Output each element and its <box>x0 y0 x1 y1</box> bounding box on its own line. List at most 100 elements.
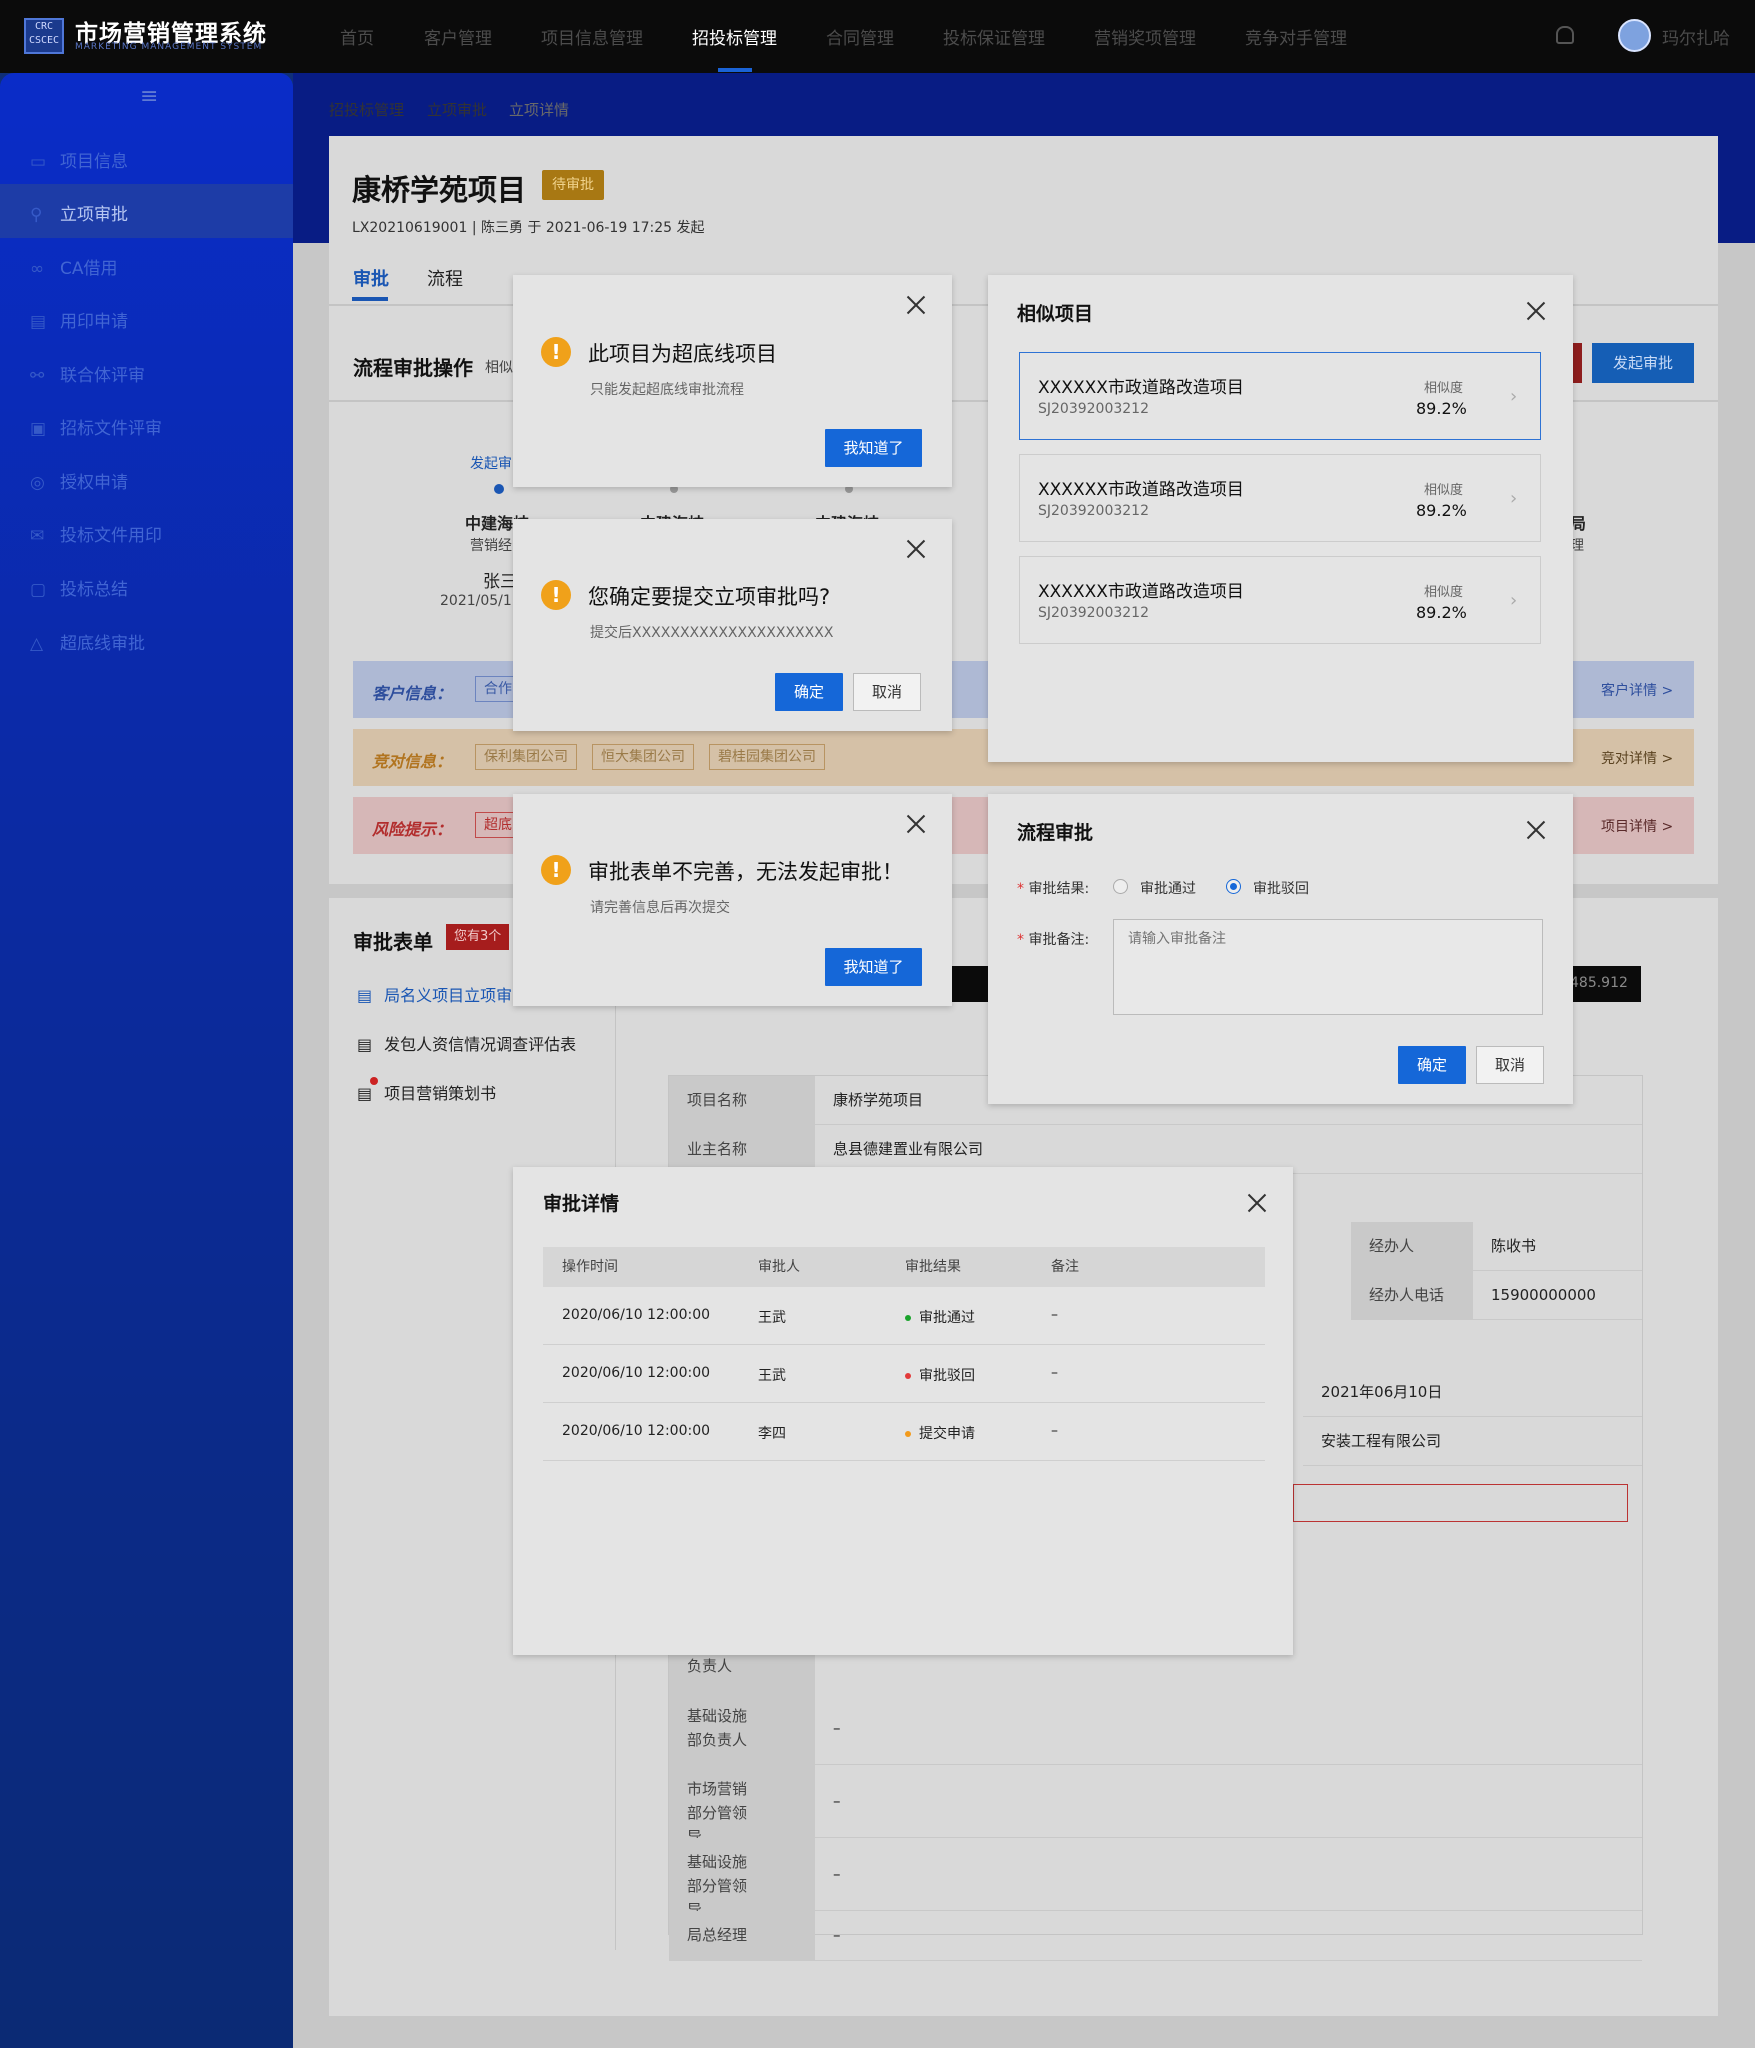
risk-label: 风险提示： <box>372 820 453 839</box>
notification-dot <box>370 1077 378 1085</box>
dialog-title: 流程审批 <box>1017 822 1094 844</box>
customer-label: 客户信息： <box>372 684 453 703</box>
nav-bidding[interactable]: 招投标管理 <box>692 24 777 49</box>
sidebar-item-label: 授权申请 <box>60 473 128 493</box>
customer-detail-link[interactable]: 客户详情 > <box>1601 680 1673 700</box>
nav-bid-guarantee[interactable]: 投标保证管理 <box>943 24 1045 49</box>
confirm-button[interactable]: 确定 <box>775 673 843 711</box>
sidebar-item-project-info[interactable]: ▭ 项目信息 <box>30 147 128 172</box>
acknowledge-button[interactable]: 我知道了 <box>825 429 922 467</box>
bottom-line-dialog: ! 此项目为超底线项目 只能发起超底线审批流程 我知道了 <box>513 275 952 487</box>
nav-home[interactable]: 首页 <box>340 24 374 49</box>
sidebar-item-bid-seal[interactable]: ✉ 投标文件用印 <box>30 521 162 546</box>
avatar[interactable] <box>1618 19 1651 52</box>
form-item[interactable]: ▤ 发包人资信情况调查评估表 <box>357 1031 576 1055</box>
nav-awards[interactable]: 营销奖项管理 <box>1094 24 1196 49</box>
close-icon[interactable] <box>904 537 928 561</box>
row-person: 王武 <box>758 1310 786 1326</box>
step-person: 张三 <box>483 572 517 592</box>
user-name[interactable]: 玛尔扎哈 <box>1662 24 1730 49</box>
result-label: * 审批结果: <box>1017 878 1089 898</box>
close-icon[interactable] <box>1524 299 1548 323</box>
check-circle-icon: ◎ <box>30 473 45 493</box>
close-icon[interactable] <box>904 293 928 317</box>
sidebar-item-ca-borrow[interactable]: ∞ CA借用 <box>30 254 118 279</box>
table-label: 经办人电话 <box>1351 1271 1473 1320</box>
radio-reject[interactable] <box>1226 879 1241 894</box>
row-result: 审批驳回 <box>905 1365 975 1385</box>
approval-detail-dialog: 审批详情 操作时间 审批人 审批结果 备注 2020/06/10 12:00:0… <box>513 1167 1293 1655</box>
similar-project-card[interactable]: XXXXXX市政道路改造项目 SJ20392003212 相似度 89.2% › <box>1019 352 1541 440</box>
column-header: 操作时间 <box>562 1259 618 1275</box>
close-icon[interactable] <box>904 812 928 836</box>
table-value: – <box>815 1692 1642 1765</box>
dialog-title: 此项目为超底线项目 <box>588 342 777 366</box>
similar-project-card[interactable]: XXXXXX市政道路改造项目 SJ20392003212 相似度 89.2% › <box>1019 454 1541 542</box>
start-approval-button[interactable]: 发起审批 <box>1592 343 1694 383</box>
row-person: 王武 <box>758 1368 786 1384</box>
sidebar-item-summary[interactable]: ▢ 投标总结 <box>30 575 128 600</box>
sidebar-item-approval[interactable]: ⚲ 立项审批 <box>30 200 128 225</box>
close-icon[interactable] <box>1524 818 1548 842</box>
status-dot-icon <box>905 1373 911 1379</box>
sidebar-item-label: CA借用 <box>60 259 118 279</box>
sidebar-item-label: 投标总结 <box>60 580 128 600</box>
sidebar-item-consortium[interactable]: ⚯ 联合体评审 <box>30 361 145 386</box>
competitor-detail-link[interactable]: 竞对详情 > <box>1601 748 1673 768</box>
confirm-button[interactable]: 确定 <box>1398 1046 1466 1084</box>
nav-project-info[interactable]: 项目信息管理 <box>541 24 643 49</box>
column-header: 审批结果 <box>905 1259 961 1275</box>
row-result-label: 审批通过 <box>919 1310 975 1326</box>
table-value: 2021年06月10日 <box>1303 1368 1642 1417</box>
tab-approval[interactable]: 审批 <box>353 265 389 291</box>
cancel-button[interactable]: 取消 <box>1476 1046 1544 1084</box>
share-icon: ⚯ <box>30 366 45 386</box>
radio-pass[interactable] <box>1113 879 1128 894</box>
breadcrumb-approval[interactable]: 立项审批 <box>427 99 487 120</box>
link-icon: ∞ <box>30 259 45 279</box>
flow-section-title: 流程审批操作 <box>353 356 473 380</box>
table-value: – <box>815 1838 1642 1911</box>
table-header: 操作时间 审批人 审批结果 备注 <box>543 1247 1265 1287</box>
app-subtitle: MARKETING MANAGEMENT SYSTEM <box>75 42 263 52</box>
amount-value: 485.912 <box>1570 975 1628 991</box>
acknowledge-button[interactable]: 我知道了 <box>825 948 922 986</box>
similar-projects-dialog: 相似项目 XXXXXX市政道路改造项目 SJ20392003212 相似度 89… <box>988 275 1573 762</box>
sidebar-item-seal[interactable]: ▤ 用印申请 <box>30 307 128 332</box>
error-input[interactable] <box>1293 1484 1628 1522</box>
competitor-tag[interactable]: 碧桂园集团公司 <box>709 744 825 770</box>
table-value: – <box>815 1911 1642 1961</box>
radio-pass-label[interactable]: 审批通过 <box>1140 878 1196 898</box>
menu-toggle-icon[interactable]: ≡ <box>140 84 158 109</box>
nav-competitors[interactable]: 竞争对手管理 <box>1245 24 1347 49</box>
form-item[interactable]: ▤ 项目营销策划书 <box>357 1080 496 1104</box>
nav-customer[interactable]: 客户管理 <box>424 24 492 49</box>
breadcrumb-bidding[interactable]: 招投标管理 <box>329 99 404 120</box>
column-header: 审批人 <box>758 1259 800 1275</box>
dialog-title: 审批详情 <box>543 1193 620 1215</box>
nav-contract[interactable]: 合同管理 <box>826 24 894 49</box>
cancel-button[interactable]: 取消 <box>853 673 921 711</box>
remark-textarea[interactable] <box>1113 919 1543 1015</box>
sidebar-item-bottom-line[interactable]: △ 超底线审批 <box>30 629 145 654</box>
sidebar-item-tender-review[interactable]: ▣ 招标文件评审 <box>30 414 162 439</box>
project-name: XXXXXX市政道路改造项目 <box>1038 480 1244 500</box>
similar-project-card[interactable]: XXXXXX市政道路改造项目 SJ20392003212 相似度 89.2% › <box>1019 556 1541 644</box>
form-item-label: 局名义项目立项审 <box>384 986 513 1005</box>
form-item-active[interactable]: ▤ 局名义项目立项审 <box>357 982 512 1006</box>
chevron-right-icon: › <box>1510 488 1518 509</box>
flow-section-sub[interactable]: 相似 <box>485 357 513 377</box>
radio-reject-label[interactable]: 审批驳回 <box>1253 878 1309 898</box>
competitor-tag[interactable]: 恒大集团公司 <box>592 744 694 770</box>
warning-icon: ! <box>541 580 571 610</box>
status-dot-icon <box>905 1431 911 1437</box>
required-mark: * <box>1017 881 1029 897</box>
risk-detail-link[interactable]: 项目详情 > <box>1601 816 1673 836</box>
close-icon[interactable] <box>1245 1191 1269 1215</box>
row-time: 2020/06/10 12:00:00 <box>562 1365 711 1381</box>
tab-flow[interactable]: 流程 <box>427 265 463 291</box>
table-value: – <box>815 1765 1642 1838</box>
bell-icon[interactable] <box>1556 26 1574 44</box>
sidebar-item-authorization[interactable]: ◎ 授权申请 <box>30 468 128 493</box>
competitor-tag[interactable]: 保利集团公司 <box>475 744 577 770</box>
